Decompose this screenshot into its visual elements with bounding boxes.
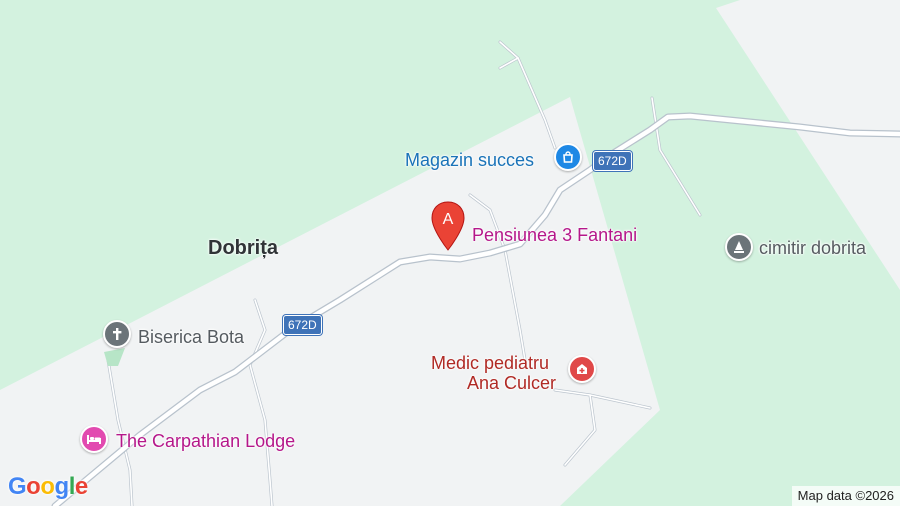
place-label-dobrita: Dobrița [208,237,278,259]
selected-location-marker[interactable]: A [430,200,466,254]
poi-label-cemetery[interactable]: cimitir dobrita [759,238,866,258]
medical-icon [577,364,587,374]
logo-letter: g [54,473,70,500]
map-attribution[interactable]: Map data ©2026 [791,486,900,506]
poi-lodge-pin[interactable] [80,425,108,453]
poi-label-doctor-line1[interactable]: Medic pediatru [431,353,549,373]
logo-letter: G [8,473,27,500]
poi-label-doctor-line2[interactable]: Ana Culcer [467,373,556,393]
logo-letter: e [74,473,88,500]
poi-doctor-pin[interactable] [568,355,596,383]
google-logo[interactable]: Google [8,473,88,501]
poi-church-pin[interactable] [103,320,131,348]
cemetery-icon [734,241,744,253]
poi-cemetery-pin[interactable] [725,233,753,261]
shopping-bag-icon [563,151,573,163]
poi-label-lodge[interactable]: The Carpathian Lodge [116,431,295,451]
church-cross-icon [113,328,122,340]
poi-label-church[interactable]: Biserica Bota [138,327,244,347]
poi-shop-pin[interactable] [554,143,582,171]
marker-letter: A [443,211,454,228]
bed-icon [87,435,101,444]
road-shield-672d: 672D [283,315,322,335]
logo-letter: o [26,473,41,500]
poi-label-shop[interactable]: Magazin succes [405,150,534,170]
road-shield-672d: 672D [593,151,632,171]
logo-letter: o [40,473,55,500]
poi-label-pensiunea[interactable]: Pensiunea 3 Fantani [472,225,637,245]
